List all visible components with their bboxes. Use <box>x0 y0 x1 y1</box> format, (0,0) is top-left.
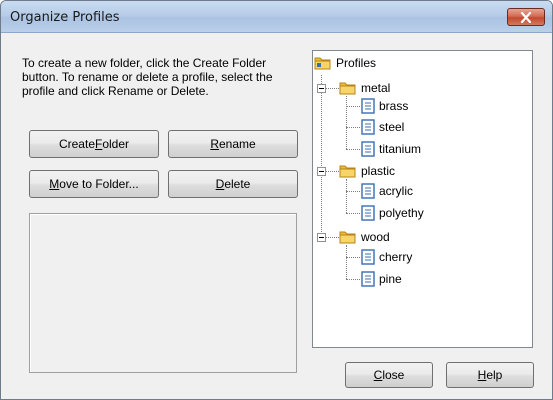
tree-item-cherry[interactable]: cherry <box>361 248 412 266</box>
rename-label-post: ename <box>218 137 256 151</box>
profile-document-icon <box>361 205 375 221</box>
profile-label: cherry <box>379 250 413 264</box>
instructions-text: To create a new folder, click the Create… <box>22 56 273 98</box>
tree-line-pine <box>346 279 360 280</box>
collapse-minus-icon[interactable] <box>317 167 326 176</box>
window-title: Organize Profiles <box>10 10 120 25</box>
profiles-tree[interactable]: Profiles metal brass steel titanium plas… <box>312 50 533 348</box>
folder-icon <box>339 231 356 244</box>
help-button[interactable]: Help <box>446 362 534 388</box>
folder-icon <box>339 165 356 178</box>
folder-icon <box>339 82 356 95</box>
profile-document-icon <box>361 249 375 265</box>
preview-panel <box>29 213 297 373</box>
tree-line-steel <box>346 127 360 128</box>
close-window-button[interactable] <box>507 8 545 26</box>
profile-label: steel <box>379 120 405 134</box>
collapse-minus-icon[interactable] <box>317 84 326 93</box>
rename-accel: R <box>210 137 219 151</box>
folder-label: wood <box>361 230 390 244</box>
tree-root-profiles[interactable]: Profiles <box>314 54 376 72</box>
profile-label: pine <box>379 272 402 286</box>
delete-label-post: elete <box>224 177 251 191</box>
tree-folder-metal[interactable]: metal <box>339 79 390 97</box>
help-accel: H <box>477 368 487 382</box>
tree-root-label: Profiles <box>336 56 377 70</box>
tree-line-cherry <box>346 257 360 258</box>
close-x-icon <box>520 11 532 23</box>
move-to-folder-button[interactable]: Move to Folder... <box>29 170 159 198</box>
tree-line-titanium <box>346 149 360 150</box>
profiles-folder-icon <box>314 57 331 70</box>
tree-folder-plastic[interactable]: plastic <box>339 162 395 180</box>
title-bar[interactable]: Organize Profiles <box>1 1 552 33</box>
profile-label: titanium <box>379 142 422 156</box>
tree-item-polyethy[interactable]: polyethy <box>361 204 424 222</box>
tree-item-brass[interactable]: brass <box>361 97 408 115</box>
tree-line-wood-children <box>346 245 347 279</box>
tree-folder-wood[interactable]: wood <box>339 228 390 246</box>
tree-item-acrylic[interactable]: acrylic <box>361 182 413 200</box>
delete-button[interactable]: Delete <box>168 170 298 198</box>
help-label-post: elp <box>486 368 503 382</box>
tree-line-plastic-children <box>346 179 347 213</box>
move-to-folder-accel: M <box>49 177 60 191</box>
profile-document-icon <box>361 271 375 287</box>
organize-profiles-dialog: Organize Profiles To create a new folder… <box>0 0 553 400</box>
create-folder-label-pre: Create <box>58 137 95 151</box>
tree-item-steel[interactable]: steel <box>361 118 404 136</box>
tree-line-polyethy <box>346 213 360 214</box>
close-accel: C <box>373 368 383 382</box>
tree-line-metal-children <box>346 96 347 149</box>
move-to-folder-label-post: ove to Folder... <box>59 177 139 191</box>
create-folder-label-post: older <box>102 137 130 151</box>
profile-document-icon <box>361 98 375 114</box>
tree-line-acrylic <box>346 191 360 192</box>
delete-accel: D <box>215 177 225 191</box>
profile-label: brass <box>379 99 409 113</box>
tree-item-titanium[interactable]: titanium <box>361 140 421 158</box>
folder-label: plastic <box>361 164 396 178</box>
profile-document-icon <box>361 183 375 199</box>
tree-line-brass <box>346 106 360 107</box>
profile-document-icon <box>361 119 375 135</box>
close-button[interactable]: Close <box>345 362 433 388</box>
create-folder-button[interactable]: Create Folder <box>29 130 159 158</box>
rename-button[interactable]: Rename <box>168 130 298 158</box>
tree-item-pine[interactable]: pine <box>361 270 402 288</box>
profile-label: acrylic <box>379 184 414 198</box>
tree-line-root <box>321 75 322 238</box>
create-folder-accel: F <box>95 137 103 151</box>
profile-label: polyethy <box>379 206 424 220</box>
collapse-minus-icon[interactable] <box>317 233 326 242</box>
close-label-post: lose <box>382 368 405 382</box>
profile-document-icon <box>361 141 375 157</box>
folder-label: metal <box>361 81 391 95</box>
